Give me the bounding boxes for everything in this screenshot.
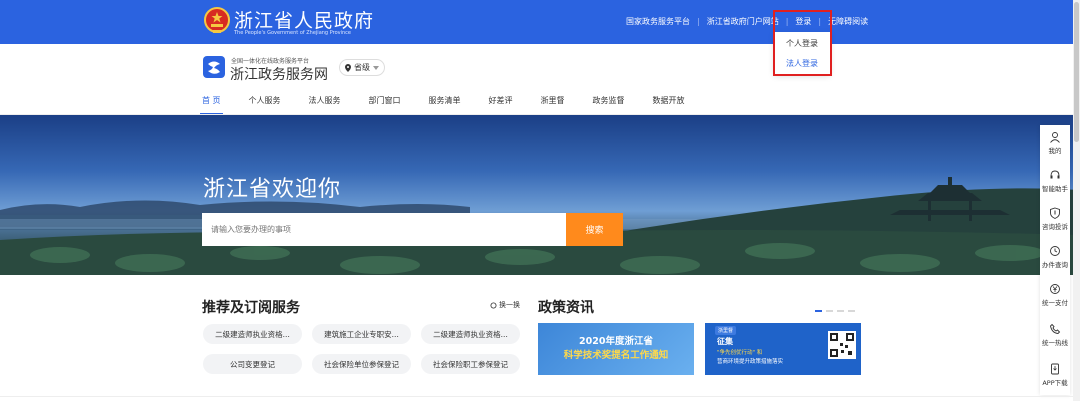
- nav-evaluation[interactable]: 好差评: [487, 95, 515, 106]
- qr-code-icon: [828, 331, 856, 359]
- nav-corporate[interactable]: 法人服务: [307, 95, 343, 106]
- policy-card-science-award[interactable]: 2020年度浙江省 科学技术奖提名工作通知: [538, 323, 694, 375]
- carousel-dot[interactable]: [837, 310, 844, 312]
- sidebar-label: 咨询投诉: [1042, 223, 1068, 231]
- accessibility-link[interactable]: 无障碍阅读: [828, 16, 868, 27]
- nav-open-data[interactable]: 数据开放: [651, 95, 687, 106]
- scrollbar-thumb[interactable]: [1074, 2, 1079, 142]
- service-pill[interactable]: 二级建造师执业资格...: [203, 324, 302, 344]
- recommend-title: 推荐及订阅服务: [202, 300, 300, 316]
- page-scrollbar[interactable]: [1073, 0, 1080, 401]
- service-pill[interactable]: 建筑施工企业专职安...: [312, 324, 411, 344]
- nav-gov-supervision[interactable]: 政务监督: [591, 95, 627, 106]
- sidebar-item-query[interactable]: 办件查询: [1040, 245, 1070, 269]
- refresh-label: 换一换: [499, 301, 520, 309]
- region-selector[interactable]: 省级: [339, 59, 385, 76]
- card-line: 营商环境提升政策措施落实: [717, 359, 784, 365]
- phone-icon: [1050, 323, 1061, 334]
- nav-service-list[interactable]: 服务清单: [427, 95, 463, 106]
- search-button[interactable]: 搜索: [566, 213, 623, 246]
- yen-icon: [1050, 284, 1060, 294]
- sidebar-item-hotline[interactable]: 统一热线: [1040, 323, 1070, 347]
- search-input[interactable]: [202, 213, 568, 246]
- highlight-box: [773, 10, 832, 76]
- nav-supervision[interactable]: 浙里督: [539, 95, 567, 106]
- lake-scenery-image: [0, 177, 1080, 275]
- gov-subtitle: The People's Government of Zhejiang Prov…: [234, 30, 351, 36]
- service-logo-icon[interactable]: [203, 56, 225, 78]
- card-line: 征集: [717, 337, 733, 346]
- service-pill[interactable]: 社会保险职工参保登记: [421, 354, 520, 374]
- gov-title[interactable]: 浙江省人民政府: [234, 6, 374, 33]
- national-platform-link[interactable]: 国家政务服务平台: [626, 16, 690, 27]
- card-line: 科学技术奖提名工作通知: [563, 350, 669, 361]
- carousel-dots[interactable]: [815, 310, 855, 312]
- headset-icon: [1050, 170, 1060, 179]
- sidebar-label: 智能助手: [1042, 185, 1068, 193]
- download-icon: [1051, 363, 1059, 375]
- sidebar-item-app-download[interactable]: APP下载: [1040, 363, 1070, 387]
- hero-banner: [0, 115, 1080, 275]
- location-pin-icon: [345, 63, 351, 72]
- policy-title: 政策资讯: [538, 300, 594, 316]
- main-nav: 首 页 个人服务 法人服务 部门窗口 服务清单 好差评 浙里督 政务监督 数据开…: [200, 95, 687, 115]
- clock-icon: [1050, 246, 1060, 256]
- card-badge: 浙里督: [715, 326, 737, 335]
- sidebar-item-assistant[interactable]: 智能助手: [1040, 169, 1070, 193]
- sidebar-item-complaint[interactable]: 咨询投诉: [1040, 207, 1070, 231]
- national-emblem-icon: [204, 7, 230, 33]
- region-label: 省级: [354, 63, 370, 72]
- sidebar-label: APP下载: [1042, 379, 1068, 387]
- service-name[interactable]: 浙江政务服务网: [230, 64, 328, 84]
- card-line: 2020年度浙江省: [579, 336, 653, 347]
- sidebar-label: 统一热线: [1042, 339, 1068, 347]
- service-pill[interactable]: 社会保险单位参保登记: [312, 354, 411, 374]
- sidebar-item-payment[interactable]: 统一支付: [1040, 283, 1070, 307]
- carousel-dot[interactable]: [848, 310, 855, 312]
- nav-home[interactable]: 首 页: [200, 95, 223, 115]
- refresh-icon: [490, 302, 497, 308]
- carousel-dot[interactable]: [826, 310, 833, 312]
- sidebar-label: 我的: [1048, 147, 1062, 155]
- carousel-dot[interactable]: [815, 310, 822, 312]
- sidebar-item-mine[interactable]: 我的: [1040, 131, 1070, 155]
- service-pill[interactable]: 公司变更登记: [203, 354, 302, 374]
- service-pill[interactable]: 二级建造师执业资格...: [421, 324, 520, 344]
- policy-card-solicitation[interactable]: 浙里督 征集 "争先创优行动" 和 营商环境提升政策措施落实: [705, 323, 861, 375]
- divider: [0, 396, 1073, 397]
- divider: |: [697, 17, 700, 26]
- shield-icon: [1050, 207, 1060, 219]
- card-line: "争先创优行动" 和: [717, 350, 763, 356]
- top-bar: 浙江省人民政府 The People's Government of Zheji…: [0, 0, 1080, 44]
- provincial-portal-link[interactable]: 浙江省政府门户网站: [707, 16, 779, 27]
- page: 浙江省人民政府 The People's Government of Zheji…: [0, 0, 1080, 401]
- nav-personal[interactable]: 个人服务: [247, 95, 283, 106]
- welcome-heading: 浙江省欢迎你: [203, 177, 342, 202]
- chevron-down-icon: [373, 65, 379, 70]
- refresh-button[interactable]: 换一换: [490, 300, 520, 310]
- right-floating-sidebar: 我的 智能助手 咨询投诉 办件查询 统一支付 统一热线 APP下载: [1040, 125, 1070, 395]
- user-icon: [1050, 132, 1060, 143]
- sidebar-label: 办件查询: [1042, 261, 1068, 269]
- sidebar-label: 统一支付: [1042, 299, 1068, 307]
- nav-departments[interactable]: 部门窗口: [367, 95, 403, 106]
